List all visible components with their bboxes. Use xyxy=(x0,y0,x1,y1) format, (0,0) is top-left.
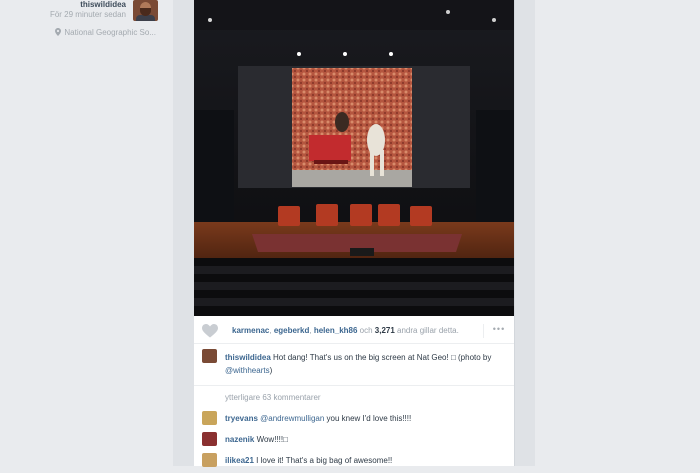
comment-mention[interactable]: @andrewmulligan xyxy=(260,414,324,423)
like-count[interactable]: 3,271 xyxy=(375,326,395,335)
liker-link[interactable]: helen_kh86 xyxy=(314,326,358,335)
post-author-avatar[interactable] xyxy=(133,0,158,21)
post-card: karmenac, egeberkd, helen_kh86 och 3,271… xyxy=(194,0,514,467)
comment-username[interactable]: ilikea21 xyxy=(225,456,254,465)
location-pin-icon xyxy=(55,28,62,36)
post-location-label: National Geographic So... xyxy=(64,28,156,37)
comment-item: nazenik Wow!!!!□ xyxy=(194,432,514,452)
post-location[interactable]: National Geographic So... xyxy=(55,28,156,37)
auditorium-image xyxy=(194,0,514,316)
post-meta: thiswildidea För 29 minuter sedan Nation… xyxy=(0,0,160,70)
load-more-comments[interactable]: ytterligare 63 kommentarer xyxy=(225,393,321,402)
post-username[interactable]: thiswildidea xyxy=(80,0,126,9)
comment-avatar[interactable] xyxy=(202,432,217,446)
left-rail xyxy=(173,0,195,466)
comment-text: ilikea21 I love it! That's a big bag of … xyxy=(225,456,393,465)
liker-link[interactable]: egeberkd xyxy=(274,326,310,335)
comment-text: nazenik Wow!!!!□ xyxy=(225,435,288,444)
comment-text: tryevans @andrewmulligan you knew I'd lo… xyxy=(225,414,412,423)
more-options-button[interactable]: ••• xyxy=(483,324,514,338)
post-photo[interactable] xyxy=(194,0,514,316)
caption-text: thiswildidea Hot dang! That's us on the … xyxy=(225,353,492,375)
comment-username[interactable]: nazenik xyxy=(225,435,254,444)
comment-avatar[interactable] xyxy=(202,453,217,467)
post-timestamp[interactable]: För 29 minuter sedan xyxy=(50,10,126,19)
caption: thiswildidea Hot dang! That's us on the … xyxy=(194,345,514,386)
caption-avatar[interactable] xyxy=(202,349,217,363)
likes-summary: karmenac, egeberkd, helen_kh86 och 3,271… xyxy=(232,326,459,335)
caption-username[interactable]: thiswildidea xyxy=(225,353,271,362)
comment-item: ilikea21 I love it! That's a big bag of … xyxy=(194,453,514,473)
post-actions: karmenac, egeberkd, helen_kh86 och 3,271… xyxy=(194,318,514,344)
liker-link[interactable]: karmenac xyxy=(232,326,269,335)
like-heart-icon[interactable] xyxy=(202,324,218,338)
comment-username[interactable]: tryevans xyxy=(225,414,258,423)
comment-item: tryevans @andrewmulligan you knew I'd lo… xyxy=(194,411,514,431)
right-rail xyxy=(514,0,535,466)
caption-mention[interactable]: @withhearts xyxy=(225,366,270,375)
comment-avatar[interactable] xyxy=(202,411,217,425)
